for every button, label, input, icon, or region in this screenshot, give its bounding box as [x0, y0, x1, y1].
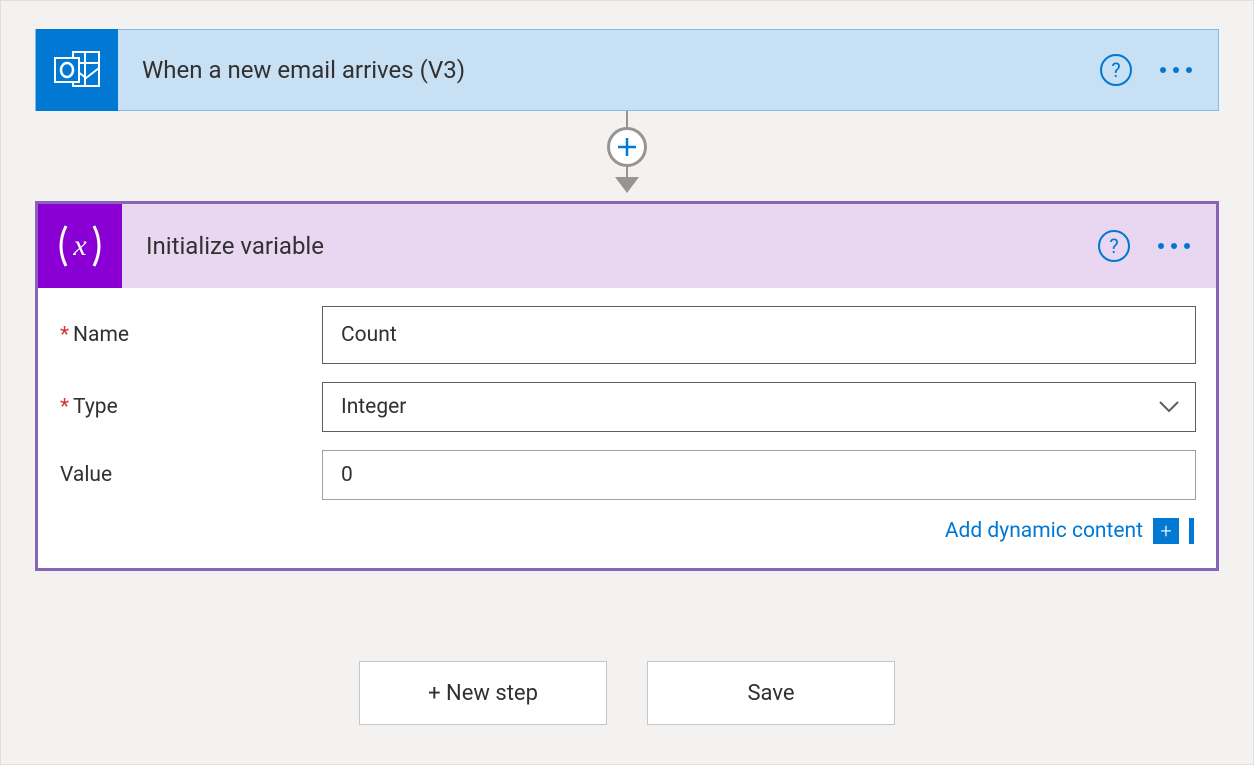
plus-badge-icon[interactable]: +	[1153, 518, 1179, 544]
row-type: *Type	[58, 382, 1196, 432]
action-card: x Initialize variable ? *Name *Type	[35, 201, 1219, 571]
row-name: *Name	[58, 306, 1196, 364]
action-body: *Name *Type Value	[38, 288, 1216, 568]
type-select[interactable]	[322, 382, 1196, 432]
dynamic-content-row: Add dynamic content +	[58, 518, 1196, 544]
help-icon[interactable]: ?	[1100, 54, 1132, 86]
plus-icon	[616, 136, 638, 158]
variable-icon: x	[38, 204, 122, 288]
action-header[interactable]: x Initialize variable ?	[38, 204, 1216, 288]
arrow-down-icon	[615, 177, 639, 193]
label-name: *Name	[58, 323, 322, 347]
new-step-button[interactable]: + New step	[359, 661, 607, 725]
trigger-card[interactable]: When a new email arrives (V3) ?	[35, 29, 1219, 111]
outlook-icon	[36, 29, 118, 111]
action-actions: ?	[1098, 230, 1216, 262]
trigger-actions: ?	[1100, 54, 1218, 86]
row-value: Value	[58, 450, 1196, 500]
save-button[interactable]: Save	[647, 661, 895, 725]
trigger-title: When a new email arrives (V3)	[118, 56, 1100, 84]
connector	[35, 111, 1219, 201]
value-input[interactable]	[322, 450, 1196, 500]
svg-text:x: x	[72, 229, 87, 262]
help-icon[interactable]: ?	[1098, 230, 1130, 262]
more-icon[interactable]	[1158, 243, 1190, 249]
action-title: Initialize variable	[122, 232, 1098, 260]
flow-designer-canvas: When a new email arrives (V3) ? x	[0, 0, 1254, 765]
side-handle	[1189, 518, 1194, 544]
add-step-button[interactable]	[607, 127, 647, 167]
label-value: Value	[58, 463, 322, 487]
more-icon[interactable]	[1160, 67, 1192, 73]
bottom-button-row: + New step Save	[35, 661, 1219, 725]
add-dynamic-content-link[interactable]: Add dynamic content	[945, 519, 1143, 543]
label-type: *Type	[58, 395, 322, 419]
name-input[interactable]	[322, 306, 1196, 364]
